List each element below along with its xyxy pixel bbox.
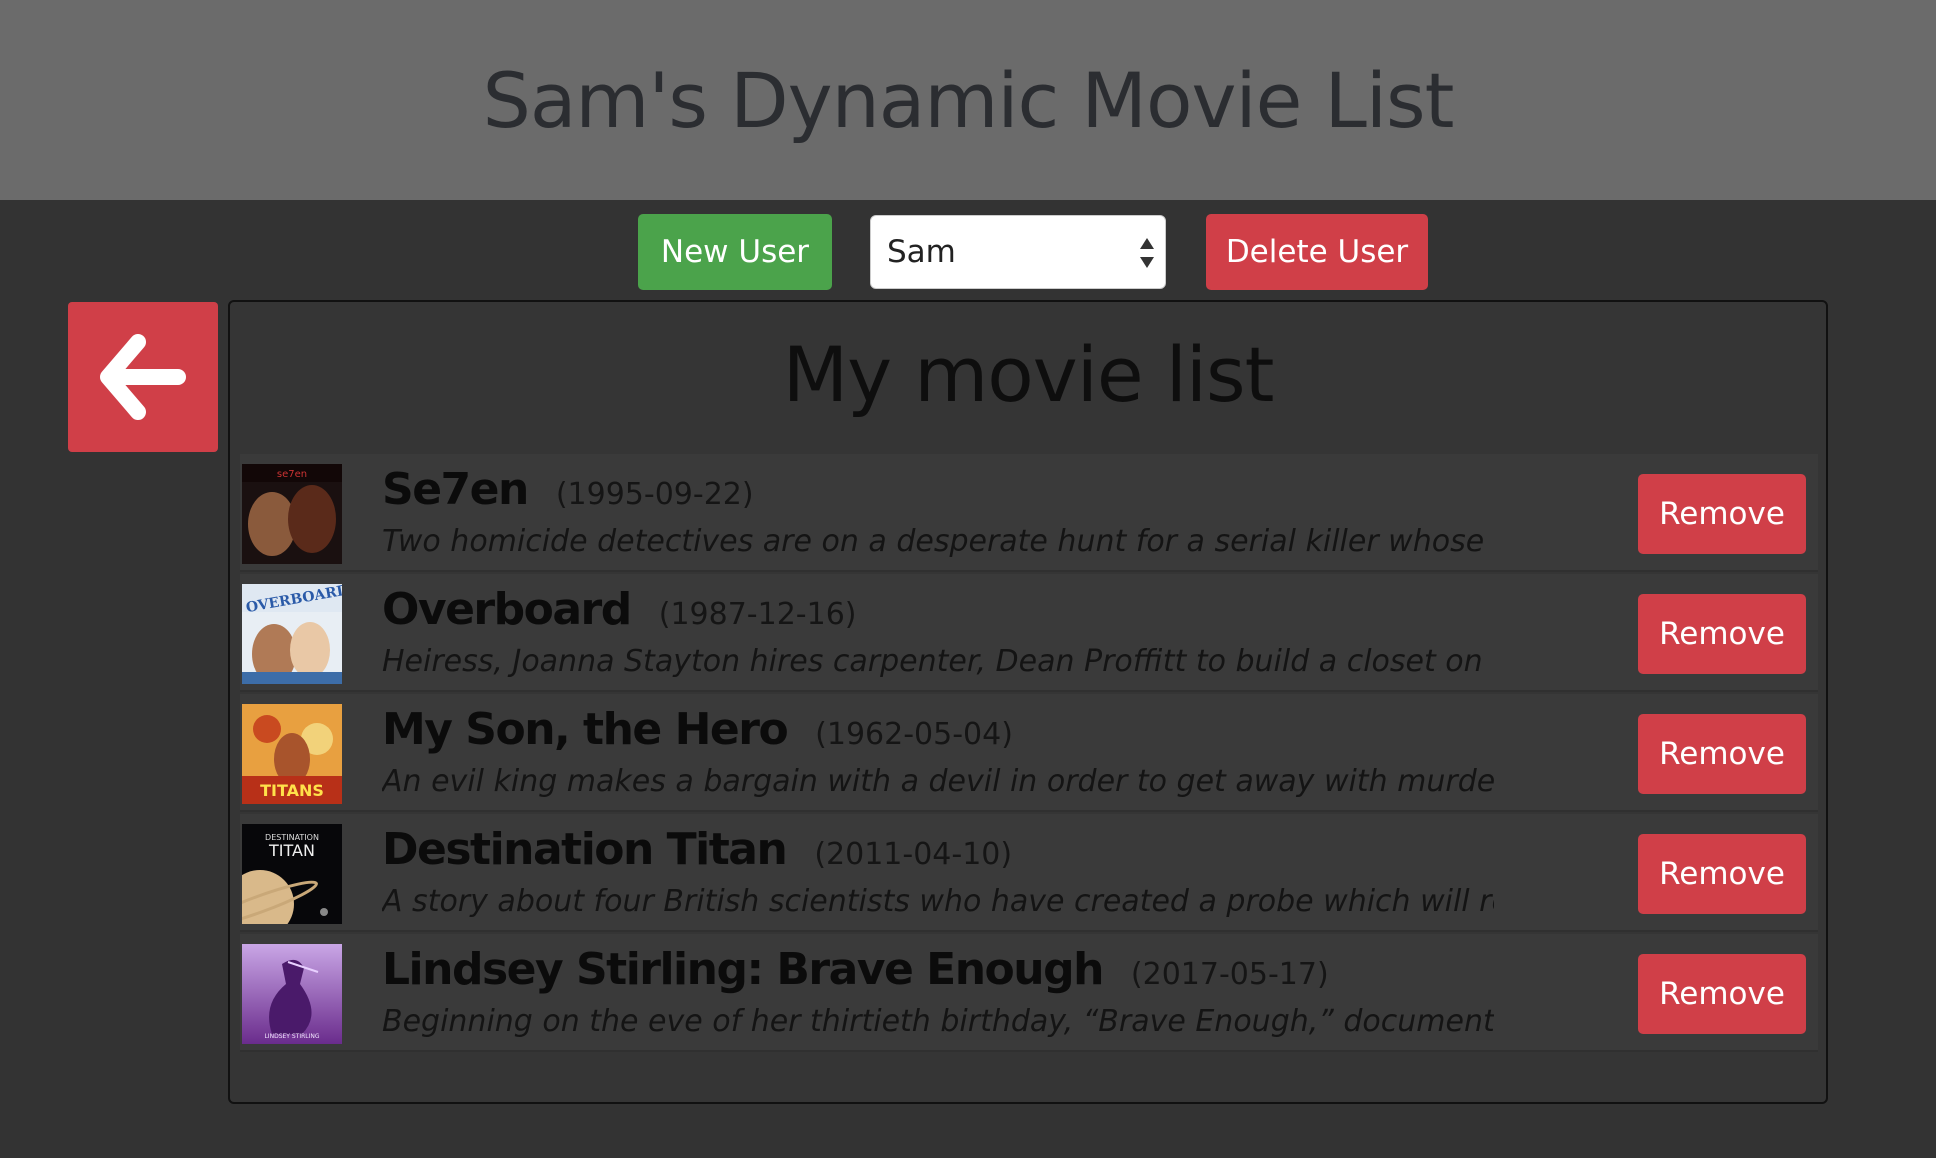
list-item: LINDSEY STIRLING Lindsey Stirling: Brave… (240, 934, 1818, 1052)
page-header: Sam's Dynamic Movie List (0, 0, 1936, 200)
movie-list: se7en Se7en (1995-09-22) Two homicide det… (240, 454, 1818, 1054)
poster-titans-text: TITANS (260, 781, 324, 800)
movie-date: (2017-05-17) (1130, 957, 1329, 992)
movie-title: Se7en (1995-09-22) (382, 464, 754, 515)
remove-button[interactable]: Remove (1638, 474, 1806, 554)
movie-date: (1987-12-16) (658, 597, 857, 632)
movie-title-text: Overboard (382, 584, 632, 635)
user-controls: New User Sam Delete User (0, 214, 1936, 290)
movie-title-text: Se7en (382, 464, 529, 515)
remove-button[interactable]: Remove (1638, 954, 1806, 1034)
poster-destination-big: TITAN (268, 841, 315, 860)
movie-date: (1995-09-22) (555, 477, 754, 512)
remove-button[interactable]: Remove (1638, 834, 1806, 914)
list-item: OVERBOARD Overboard (1987-12-16) Heiress,… (240, 574, 1818, 692)
user-select-value: Sam (887, 234, 956, 270)
list-item: DESTINATION TITAN Destination Titan (2011… (240, 814, 1818, 932)
movie-poster: se7en (242, 464, 342, 564)
new-user-button[interactable]: New User (638, 214, 832, 290)
movie-description: Beginning on the eve of her thirtieth bi… (382, 1004, 1494, 1039)
panel-title: My movie list (782, 330, 1275, 419)
back-button[interactable] (68, 302, 218, 452)
movie-title: Lindsey Stirling: Brave Enough (2017-05-1… (382, 944, 1329, 995)
movie-description: Two homicide detectives are on a despera… (382, 524, 1485, 559)
poster-lindsey-text: LINDSEY STIRLING (264, 1033, 319, 1040)
movie-title-text: Destination Titan (382, 824, 788, 875)
movie-title-text: My Son, the Hero (382, 704, 789, 755)
movie-title: Destination Titan (2011-04-10) (382, 824, 1012, 875)
movie-poster: TITANS (242, 704, 342, 804)
list-item: se7en Se7en (1995-09-22) Two homicide det… (240, 454, 1818, 572)
movie-description: A story about four British scientists wh… (382, 884, 1494, 919)
delete-user-button[interactable]: Delete User (1206, 214, 1428, 290)
list-item: TITANS My Son, the Hero (1962-05-04) An e… (240, 694, 1818, 812)
user-select[interactable]: Sam (870, 215, 1166, 289)
page-title: Sam's Dynamic Movie List (482, 55, 1455, 145)
remove-button[interactable]: Remove (1638, 714, 1806, 794)
movie-poster: OVERBOARD (242, 584, 342, 684)
movie-title: My Son, the Hero (1962-05-04) (382, 704, 1013, 755)
remove-button[interactable]: Remove (1638, 594, 1806, 674)
movie-list-panel: My movie list se7en Se7en (1995-09-22) Tw… (228, 300, 1828, 1104)
arrow-left-icon (100, 334, 186, 420)
movie-title-text: Lindsey Stirling: Brave Enough (382, 944, 1104, 995)
select-arrows-icon (1140, 238, 1154, 268)
svg-text:se7en: se7en (277, 469, 307, 480)
movie-description: Heiress, Joanna Stayton hires carpenter,… (382, 644, 1483, 679)
movie-title: Overboard (1987-12-16) (382, 584, 857, 635)
movie-description: An evil king makes a bargain with a devi… (382, 764, 1494, 799)
movie-poster: LINDSEY STIRLING (242, 944, 342, 1044)
movie-date: (2011-04-10) (814, 837, 1013, 872)
movie-poster: DESTINATION TITAN (242, 824, 342, 924)
movie-date: (1962-05-04) (815, 717, 1013, 752)
